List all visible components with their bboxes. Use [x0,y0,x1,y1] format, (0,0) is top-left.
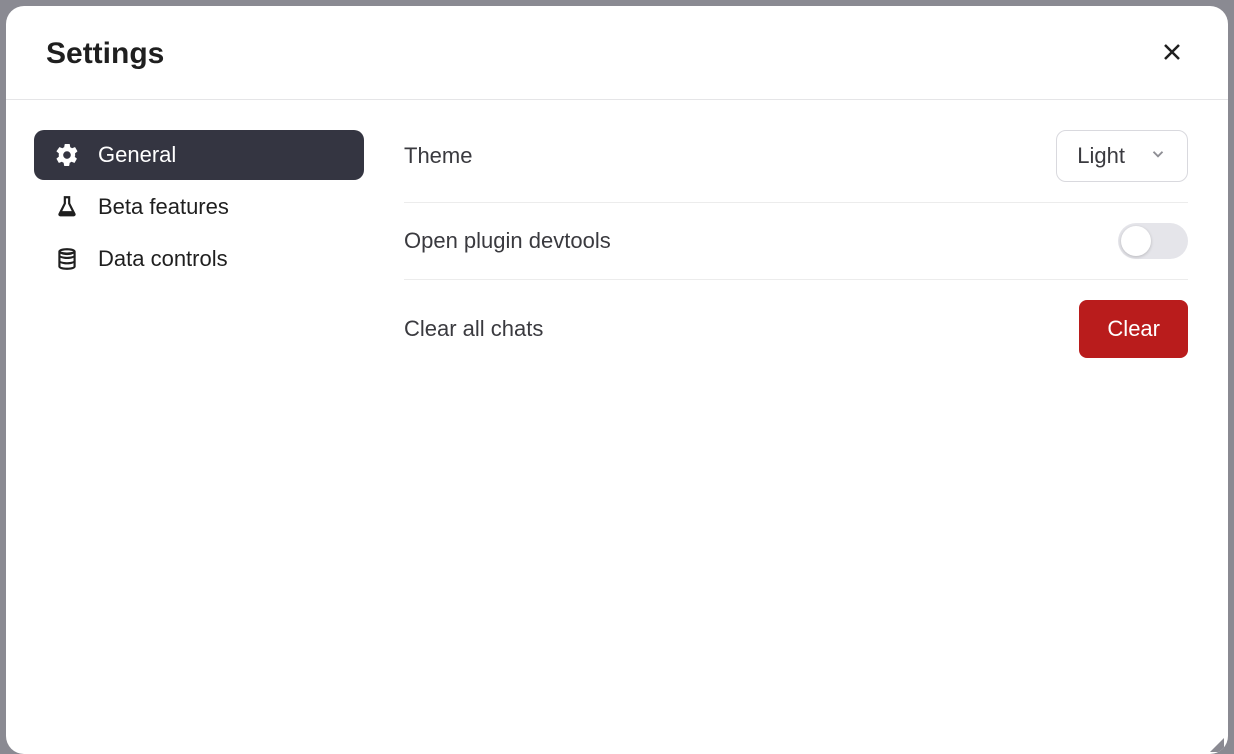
close-icon [1160,40,1184,67]
sidebar-item-label: General [98,142,176,168]
resize-handle-icon[interactable] [1210,738,1224,752]
flask-icon [54,194,80,220]
modal-header: Settings [6,6,1228,100]
sidebar-item-beta-features[interactable]: Beta features [34,182,364,232]
modal-body: General Beta features Data controls Them… [6,100,1228,754]
setting-row-plugin-devtools: Open plugin devtools [404,203,1188,280]
toggle-knob [1121,226,1151,256]
setting-row-theme: Theme Light [404,130,1188,203]
clear-chats-label: Clear all chats [404,316,543,342]
gear-icon [54,142,80,168]
settings-modal: Settings General Beta features [6,6,1228,754]
plugin-devtools-label: Open plugin devtools [404,228,611,254]
sidebar-item-general[interactable]: General [34,130,364,180]
plugin-devtools-toggle[interactable] [1118,223,1188,259]
theme-select[interactable]: Light [1056,130,1188,182]
setting-row-clear-chats: Clear all chats Clear [404,280,1188,378]
theme-select-value: Light [1077,143,1125,169]
settings-content: Theme Light Open plugin devtools Clear a… [404,130,1188,724]
chevron-down-icon [1149,143,1167,169]
sidebar-item-label: Data controls [98,246,228,272]
sidebar-item-label: Beta features [98,194,229,220]
sidebar-item-data-controls[interactable]: Data controls [34,234,364,284]
close-button[interactable] [1156,36,1188,71]
database-icon [54,246,80,272]
page-title: Settings [46,37,164,71]
clear-button[interactable]: Clear [1079,300,1188,358]
theme-label: Theme [404,143,472,169]
sidebar: General Beta features Data controls [34,130,364,724]
